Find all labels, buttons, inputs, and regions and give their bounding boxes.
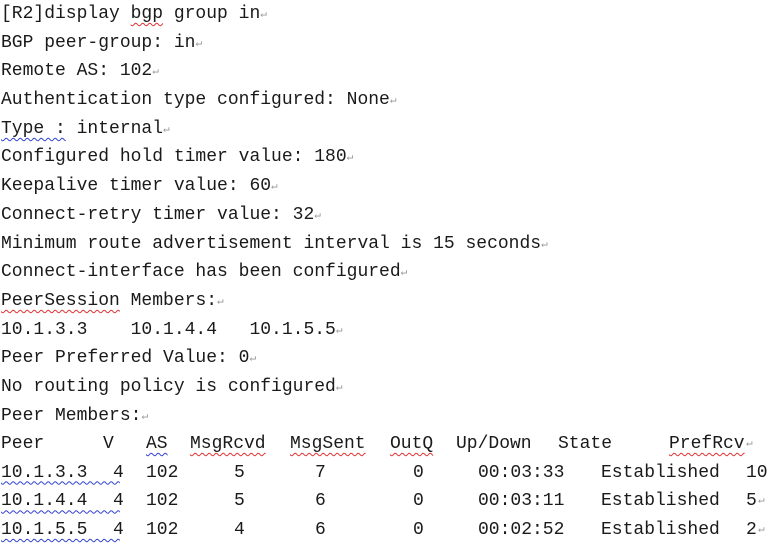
paragraph-mark-icon: ↵: [758, 495, 765, 508]
paragraph-mark-icon: ↵: [346, 152, 354, 165]
paragraph-mark-icon: ↵: [217, 295, 224, 308]
cell-outq: 0: [413, 520, 424, 541]
cell-msgsent: 6: [315, 520, 326, 541]
cli-output-document: [R2]display bgp group in↵ BGP peer-group:…: [1, 0, 548, 430]
cell-prefrcv: 5: [746, 491, 757, 512]
paragraph-mark-icon: ↵: [541, 238, 548, 251]
paragraph-mark-icon: ↵: [314, 209, 321, 222]
paragraph-mark-icon: ↵: [152, 66, 159, 79]
output-line: 10.1.3.3 10.1.4.4 10.1.5.5↵: [1, 316, 548, 345]
paragraph-mark-icon: ↵: [746, 438, 753, 450]
output-line: Configured hold timer value: 180↵: [1, 143, 548, 172]
line-text: internal: [65, 118, 164, 139]
cell-updown: 00:03:33: [478, 462, 565, 483]
line-text: Keepalive timer value: 60: [1, 176, 272, 197]
paragraph-mark-icon: ↵: [141, 410, 149, 423]
paragraph-mark-icon: ↵: [389, 95, 397, 108]
output-line: Peer Members:↵: [1, 402, 548, 431]
line-text: Remote AS: 102: [1, 61, 153, 82]
spellcheck-flagged-text: bgp: [130, 4, 164, 24]
cell-prefrcv: 2: [746, 520, 757, 541]
line-text: Authentication type configured: None: [1, 90, 390, 111]
line-text: Connect-retry timer value: 32: [1, 204, 315, 225]
cell-v: 4: [113, 462, 124, 483]
cell-updown: 00:03:11: [478, 491, 565, 512]
line-text: Members:: [119, 290, 218, 311]
output-line: Authentication type configured: None↵: [1, 86, 548, 115]
paragraph-mark-icon: ↵: [758, 524, 765, 537]
cell-peer: 10.1.4.4: [1, 491, 88, 512]
cell-msgsent: 7: [315, 462, 326, 483]
paragraph-mark-icon: ↵: [335, 381, 343, 394]
paragraph-mark-icon: ↵: [400, 267, 408, 280]
line-text: Connect-interface has been configured: [1, 262, 401, 283]
cell-v: 4: [113, 520, 124, 541]
line-text: Minimum route advertisement interval is …: [1, 233, 542, 254]
output-line: Keepalive timer value: 60↵: [1, 172, 548, 201]
line-text: 10.1.3.3 10.1.4.4 10.1.5.5: [1, 319, 336, 340]
paragraph-mark-icon: ↵: [195, 37, 203, 50]
spellcheck-flagged-text: Type :: [1, 118, 66, 139]
line-text: BGP peer-group: in: [1, 32, 196, 53]
header-prefrcv: PrefRcv: [669, 434, 745, 454]
paragraph-mark-icon: ↵: [271, 181, 278, 194]
cell-updown: 00:02:52: [478, 520, 565, 541]
cell-msgrcvd: 5: [234, 462, 245, 483]
header-outq: OutQ: [390, 434, 434, 454]
cell-state: Established: [601, 520, 720, 541]
line-text: Peer Preferred Value: 0: [1, 348, 250, 369]
cell-peer: 10.1.5.5: [1, 520, 88, 541]
header-updown: Up/Down: [456, 434, 532, 454]
output-line: Peer Preferred Value: 0↵: [1, 344, 548, 373]
header-peer: Peer: [1, 434, 45, 454]
cell-prefrcv: 10: [746, 462, 768, 483]
output-line: Remote AS: 102↵: [1, 57, 548, 86]
cell-state: Established: [601, 491, 720, 512]
paragraph-mark-icon: ↵: [260, 9, 267, 21]
output-line: PeerSession Members:↵: [1, 287, 548, 316]
cell-msgsent: 6: [315, 491, 326, 512]
cell-msgrcvd: 5: [234, 491, 245, 512]
output-line: Minimum route advertisement interval is …: [1, 230, 548, 259]
cell-outq: 0: [413, 462, 424, 483]
line-text: group in: [163, 4, 261, 24]
line-text: Peer Members:: [1, 405, 142, 426]
cell-as: 102: [146, 491, 179, 512]
cell-outq: 0: [413, 491, 424, 512]
output-line: Type : internal↵: [1, 115, 548, 144]
cell-v: 4: [113, 491, 124, 512]
cell-peer: 10.1.3.3: [1, 462, 88, 483]
cell-msgrcvd: 4: [234, 520, 245, 541]
header-as: AS: [146, 434, 168, 454]
cell-state: Established: [601, 462, 720, 483]
header-v: V: [103, 434, 114, 454]
output-line: Connect-interface has been configured↵: [1, 258, 548, 287]
output-line: Connect-retry timer value: 32↵: [1, 201, 548, 230]
paragraph-mark-icon: ↵: [335, 324, 343, 337]
output-line: No routing policy is configured↵: [1, 373, 548, 402]
paragraph-mark-icon: ↵: [163, 123, 170, 136]
header-state: State: [558, 434, 613, 454]
line-text: [R2]display: [1, 4, 131, 24]
cell-as: 102: [146, 520, 179, 541]
line-text: Configured hold timer value: 180: [1, 147, 347, 168]
output-line: BGP peer-group: in↵: [1, 29, 548, 58]
paragraph-mark-icon: ↵: [249, 353, 257, 366]
line-text: No routing policy is configured: [1, 376, 336, 397]
cell-as: 102: [146, 462, 179, 483]
header-msgsent: MsgSent: [290, 434, 366, 454]
spellcheck-flagged-text: PeerSession: [1, 290, 120, 311]
output-line: [R2]display bgp group in↵: [1, 0, 548, 29]
header-msgrcvd: MsgRcvd: [190, 434, 266, 454]
